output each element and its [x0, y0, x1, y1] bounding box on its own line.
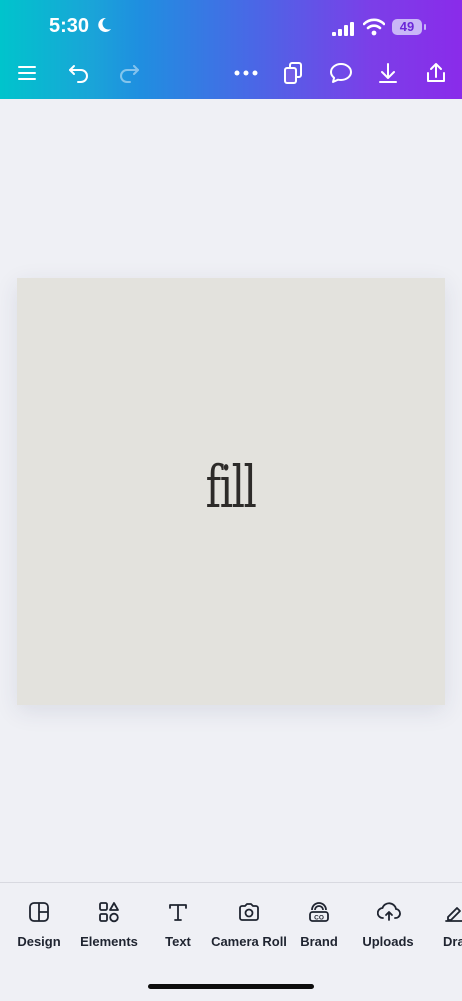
brand-icon: CO [308, 901, 330, 923]
tab-label: Text [165, 934, 191, 949]
battery-indicator: 49 [392, 19, 422, 35]
tab-elements[interactable]: Elements [74, 883, 144, 963]
tab-label: Design [17, 934, 61, 949]
tab-uploads[interactable]: Uploads [352, 883, 424, 963]
uploads-icon [376, 901, 401, 923]
design-icon [28, 901, 50, 923]
more-icon[interactable] [233, 60, 259, 86]
tab-text[interactable]: Text [144, 883, 212, 963]
share-icon[interactable] [423, 60, 449, 86]
text-icon [167, 901, 189, 923]
canvas-text[interactable]: fill [206, 453, 257, 521]
moon-icon [96, 17, 112, 38]
tab-label: Brand [300, 934, 338, 949]
svg-text:CO: CO [314, 915, 324, 922]
download-icon[interactable] [375, 60, 401, 86]
tab-brand[interactable]: CO Brand [286, 883, 352, 963]
tab-camera-roll[interactable]: Camera Roll [211, 883, 287, 963]
tab-label: Dra [443, 934, 462, 949]
design-canvas[interactable]: fill [17, 278, 445, 705]
camera-icon [238, 901, 260, 923]
cellular-signal-icon [332, 22, 354, 41]
elements-icon [98, 901, 120, 923]
battery-tip [424, 24, 426, 30]
comment-icon[interactable] [328, 60, 354, 86]
undo-icon[interactable] [66, 60, 92, 86]
menu-icon[interactable] [14, 60, 40, 86]
tab-label: Camera Roll [211, 934, 287, 949]
redo-icon[interactable] [116, 60, 142, 86]
tab-label: Elements [80, 934, 138, 949]
tab-draw[interactable]: Dra [440, 883, 462, 963]
pages-icon[interactable] [280, 60, 306, 86]
home-indicator [148, 984, 314, 989]
tab-label: Uploads [362, 934, 414, 949]
draw-icon [444, 901, 462, 923]
tab-design[interactable]: Design [4, 883, 74, 963]
wifi-icon [362, 18, 386, 41]
top-header: 5:30 49 [0, 0, 462, 99]
status-time: 5:30 [49, 15, 90, 37]
